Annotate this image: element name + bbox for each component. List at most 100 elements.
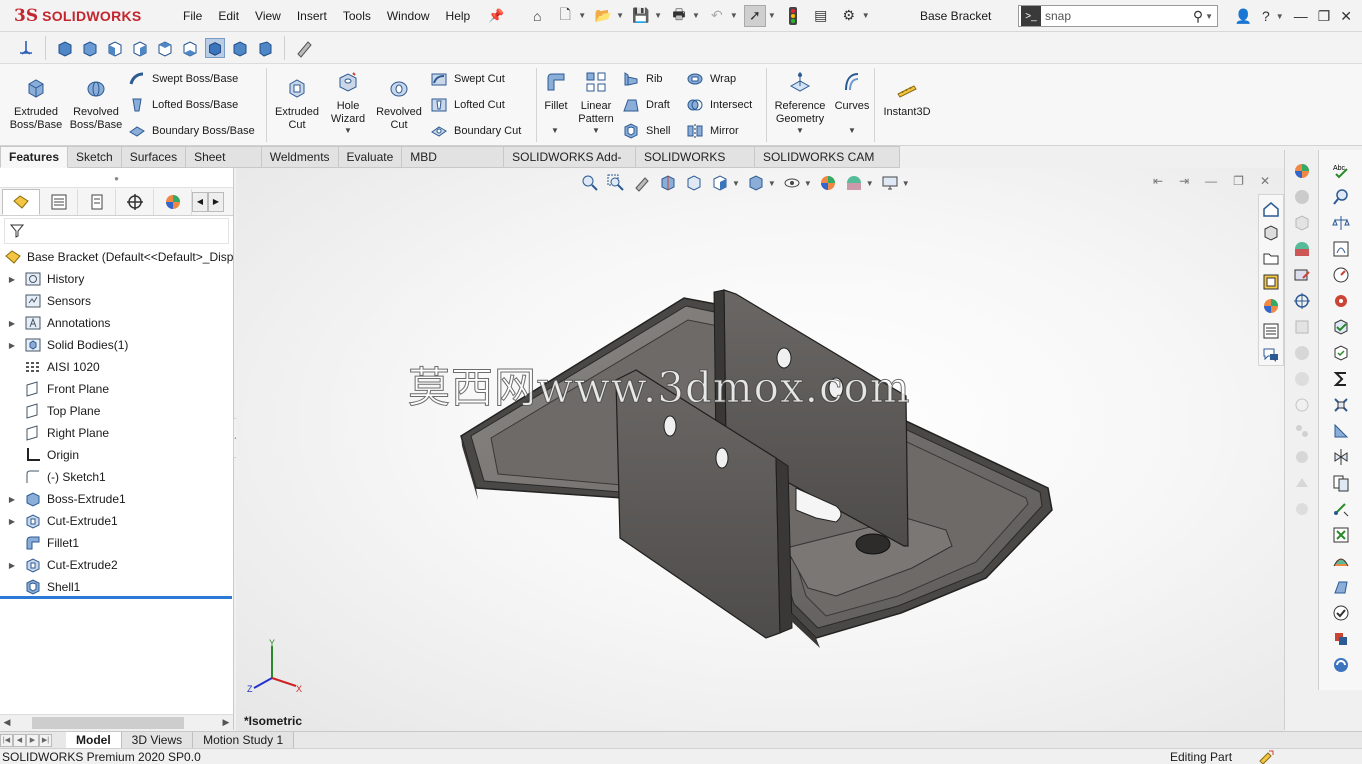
tab-evaluate[interactable]: Evaluate: [338, 146, 403, 168]
rollback-bar[interactable]: [0, 596, 232, 599]
horizontal-scrollbar[interactable]: ◀ ▶: [0, 714, 233, 730]
previous-window-icon[interactable]: ⇤: [1153, 174, 1163, 188]
close-icon[interactable]: ✕: [1340, 8, 1352, 25]
chevron-right-icon[interactable]: ▶: [208, 191, 224, 212]
expand-arrow-icon[interactable]: ▶: [6, 495, 18, 504]
base-bracket-model[interactable]: [436, 278, 1076, 678]
tab-motion-study[interactable]: Motion Study 1: [193, 731, 295, 749]
curvature-icon[interactable]: [1330, 550, 1352, 572]
isometric-view-icon[interactable]: [205, 37, 225, 58]
close-icon[interactable]: ✕: [1260, 174, 1270, 188]
tree-item-cut-extrude2[interactable]: ▶ Cut-Extrude2: [0, 554, 233, 576]
rebuild-status-icon[interactable]: [1258, 749, 1274, 764]
expand-arrow-icon[interactable]: ▶: [6, 561, 18, 570]
view-orientation-icon[interactable]: [710, 173, 730, 193]
linear-pattern-button[interactable]: Linear Pattern: [574, 70, 618, 126]
custom-properties-icon[interactable]: [1260, 321, 1282, 340]
select-cursor-icon[interactable]: ➚: [743, 4, 766, 27]
first-tab-icon[interactable]: |◀: [0, 733, 13, 747]
menu-tools[interactable]: Tools: [335, 0, 379, 32]
appearance-color-icon[interactable]: [1291, 160, 1313, 182]
symmetry-check-icon[interactable]: [1330, 446, 1352, 468]
tree-item-shell1[interactable]: Shell1: [0, 576, 233, 598]
tree-root-part[interactable]: Base Bracket (Default<<Default>_Disp: [0, 246, 233, 268]
dynamic-annotation-icon[interactable]: [684, 173, 704, 193]
chevron-left-icon[interactable]: ◀: [192, 191, 208, 212]
home-view-icon[interactable]: [1260, 199, 1282, 218]
forum-chat-icon[interactable]: [1260, 346, 1282, 365]
tree-item-origin[interactable]: Origin: [0, 444, 233, 466]
chevron-down-icon[interactable]: ▼: [692, 11, 700, 20]
search-icon[interactable]: [1330, 186, 1352, 208]
panel-grip[interactable]: ●: [0, 168, 233, 188]
rebuild-traffic-light-icon[interactable]: [782, 5, 804, 27]
chevron-down-icon[interactable]: ▼: [866, 179, 874, 188]
scroll-right-icon[interactable]: ▶: [219, 717, 233, 728]
revolved-cut-button[interactable]: Revolved Cut: [372, 76, 426, 132]
zoom-to-fit-icon[interactable]: [580, 173, 600, 193]
extruded-cut-button[interactable]: Extruded Cut: [270, 76, 324, 132]
dimetric-view-icon[interactable]: [255, 38, 275, 58]
chevron-down-icon[interactable]: ▼: [654, 11, 662, 20]
front-view-icon[interactable]: [55, 38, 75, 58]
display-manager-tab[interactable]: [154, 188, 192, 215]
chevron-down-icon[interactable]: ▼: [768, 11, 776, 20]
search-icon[interactable]: ⚲: [1193, 8, 1203, 25]
clear-all-icon[interactable]: [1330, 524, 1352, 546]
right-view-icon[interactable]: [130, 38, 150, 58]
swept-boss-button[interactable]: Swept Boss/Base: [128, 70, 238, 88]
trimetric-view-icon[interactable]: [230, 38, 250, 58]
hole-wizard-button[interactable]: Hole Wizard: [324, 70, 372, 126]
shell-button[interactable]: Shell: [622, 122, 670, 140]
section-view-icon[interactable]: [294, 38, 314, 58]
minimize-icon[interactable]: —: [1205, 174, 1217, 188]
edit-appearance-icon[interactable]: [1291, 264, 1313, 286]
chevron-down-icon[interactable]: ▼: [1205, 12, 1213, 21]
draft-button[interactable]: Draft: [622, 96, 670, 114]
wrap-button[interactable]: Wrap: [686, 70, 736, 88]
scene-icon[interactable]: [1291, 238, 1313, 260]
sigma-sum-icon[interactable]: [1330, 368, 1352, 390]
mirror-button[interactable]: Mirror: [686, 122, 739, 140]
mass-properties-icon[interactable]: [1330, 212, 1352, 234]
lofted-cut-button[interactable]: Lofted Cut: [430, 96, 505, 114]
chevron-down-icon[interactable]: ▼: [344, 126, 352, 135]
save-icon[interactable]: 💾: [630, 5, 652, 27]
normal-to-icon[interactable]: [16, 38, 36, 58]
draft-analysis-icon[interactable]: [1330, 576, 1352, 598]
revolved-boss-button[interactable]: Revolved Boss/Base: [68, 76, 124, 132]
equations-icon[interactable]: [1330, 238, 1352, 260]
display-style-icon[interactable]: [1291, 186, 1313, 208]
zoom-to-area-icon[interactable]: [606, 173, 626, 193]
expand-arrow-icon[interactable]: ▶: [6, 341, 18, 350]
measure-dimension-icon[interactable]: [1330, 498, 1352, 520]
next-tab-icon[interactable]: ▶: [26, 733, 39, 747]
tree-item-cut-extrude1[interactable]: ▶ Cut-Extrude1: [0, 510, 233, 532]
tab-sketch[interactable]: Sketch: [68, 146, 122, 168]
command-prompt-icon[interactable]: >_: [1021, 6, 1041, 26]
top-view-icon[interactable]: [155, 38, 175, 58]
next-window-icon[interactable]: ⇥: [1179, 174, 1189, 188]
extruded-boss-button[interactable]: Extruded Boss/Base: [8, 76, 64, 132]
open-folder-icon[interactable]: [1260, 248, 1282, 267]
restore-icon[interactable]: ❐: [1233, 174, 1244, 188]
expand-arrow-icon[interactable]: ▶: [6, 517, 18, 526]
chevron-down-icon[interactable]: ▼: [1276, 12, 1284, 21]
boundary-boss-button[interactable]: Boundary Boss/Base: [128, 122, 255, 140]
menu-edit[interactable]: Edit: [210, 0, 247, 32]
intersect-button[interactable]: Intersect: [686, 96, 752, 114]
undo-icon[interactable]: ↶: [706, 5, 728, 27]
help-icon[interactable]: ?: [1262, 8, 1270, 24]
decals-icon[interactable]: [1291, 342, 1313, 364]
tree-item-boss-extrude1[interactable]: ▶ Boss-Extrude1: [0, 488, 233, 510]
lofted-boss-button[interactable]: Lofted Boss/Base: [128, 96, 238, 114]
tree-filter[interactable]: [4, 218, 229, 244]
prev-tab-icon[interactable]: ◀: [13, 733, 26, 747]
tab-sheet-metal[interactable]: Sheet Metal: [186, 146, 262, 185]
tab-solidworks-add-ins[interactable]: SOLIDWORKS Add-Ins: [504, 146, 636, 185]
chevron-down-icon[interactable]: ▼: [578, 11, 586, 20]
tree-item-front-plane[interactable]: Front Plane: [0, 378, 233, 400]
tree-item-top-plane[interactable]: Top Plane: [0, 400, 233, 422]
section-icon[interactable]: [1291, 316, 1313, 338]
check-mark-icon[interactable]: [1330, 602, 1352, 624]
